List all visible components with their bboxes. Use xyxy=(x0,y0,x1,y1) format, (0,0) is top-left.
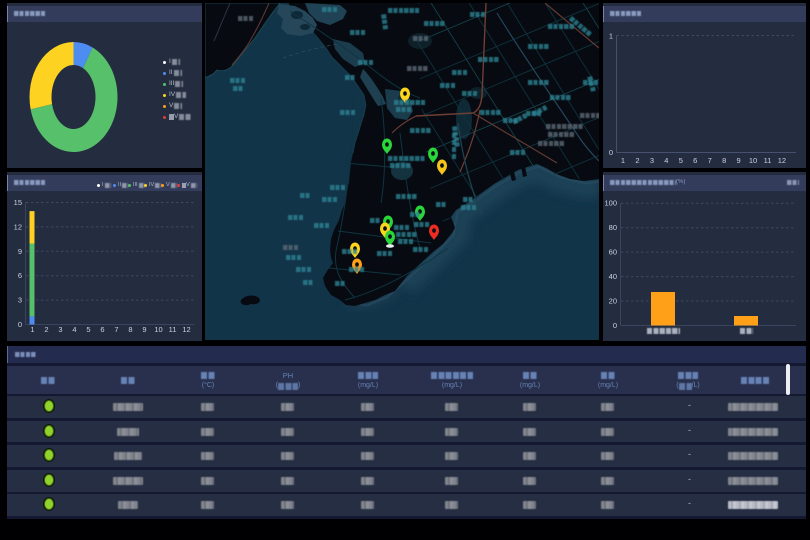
svg-text:11: 11 xyxy=(764,156,772,165)
svg-text:0: 0 xyxy=(613,321,617,330)
svg-text:15: 15 xyxy=(14,198,22,207)
svg-text:6: 6 xyxy=(693,156,697,165)
svg-text:3: 3 xyxy=(650,156,654,165)
svg-text:4: 4 xyxy=(664,156,668,165)
svg-text:6: 6 xyxy=(18,271,22,280)
svg-text:11: 11 xyxy=(169,325,177,334)
svg-text:9: 9 xyxy=(737,156,741,165)
svg-text:7: 7 xyxy=(708,156,712,165)
svg-text:7: 7 xyxy=(114,325,118,334)
svg-text:0: 0 xyxy=(609,148,613,157)
svg-text:100: 100 xyxy=(604,199,617,208)
svg-text:8: 8 xyxy=(722,156,726,165)
svg-text:5: 5 xyxy=(86,325,90,334)
svg-text:2: 2 xyxy=(635,156,639,165)
svg-text:0: 0 xyxy=(18,320,22,329)
svg-text:9: 9 xyxy=(18,247,22,256)
svg-text:4: 4 xyxy=(72,325,76,334)
svg-text:5: 5 xyxy=(679,156,683,165)
svg-text:12: 12 xyxy=(14,222,22,231)
svg-text:3: 3 xyxy=(18,296,22,305)
svg-text:10: 10 xyxy=(154,325,162,334)
svg-text:1: 1 xyxy=(609,32,613,41)
svg-text:3: 3 xyxy=(58,325,62,334)
svg-text:80: 80 xyxy=(609,223,617,232)
svg-text:1: 1 xyxy=(30,325,34,334)
svg-text:2: 2 xyxy=(44,325,48,334)
svg-text:1: 1 xyxy=(621,156,625,165)
svg-text:10: 10 xyxy=(749,156,757,165)
svg-text:60: 60 xyxy=(609,248,617,257)
svg-text:9: 9 xyxy=(142,325,146,334)
svg-text:6: 6 xyxy=(100,325,104,334)
svg-text:12: 12 xyxy=(778,156,786,165)
svg-text:12: 12 xyxy=(182,325,190,334)
svg-text:8: 8 xyxy=(128,325,132,334)
svg-text:20: 20 xyxy=(609,297,617,306)
svg-text:40: 40 xyxy=(609,272,617,281)
